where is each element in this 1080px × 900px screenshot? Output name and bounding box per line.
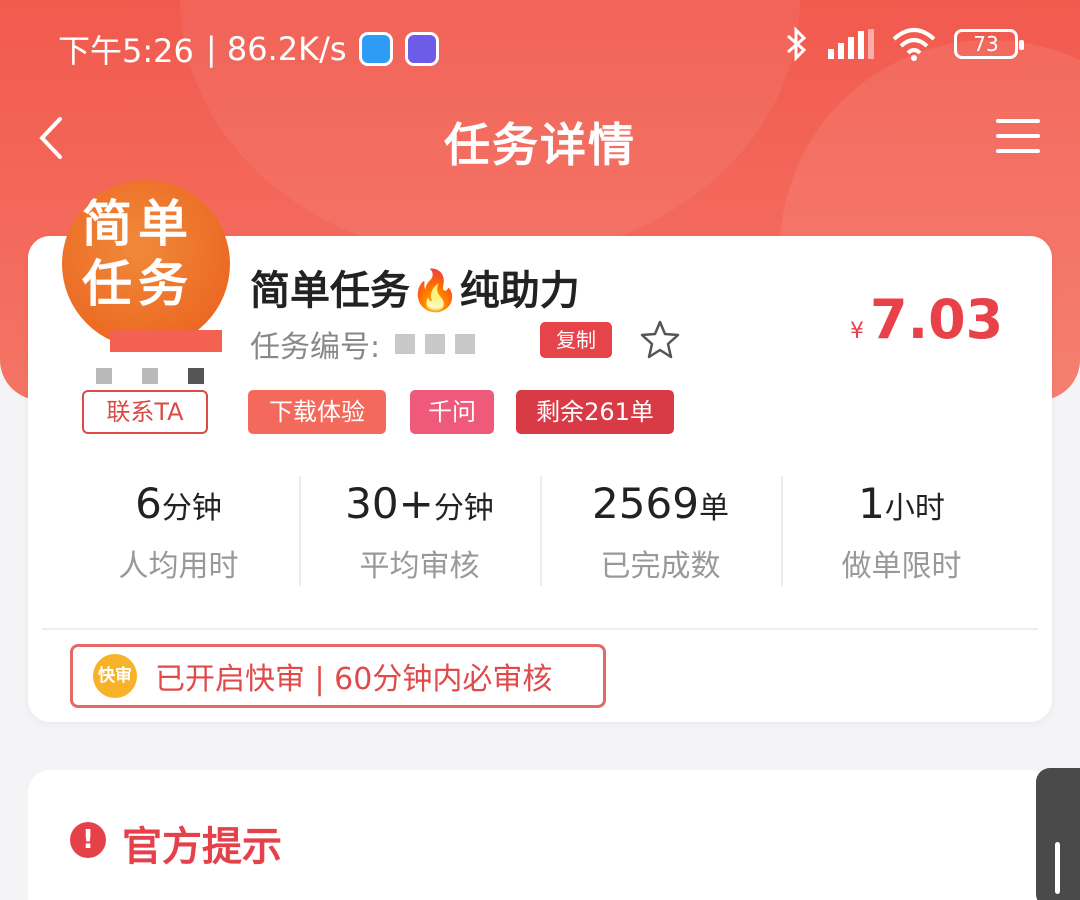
stat-avg-time: 6分钟 人均用时 [58,476,299,588]
fast-review-icon: 快审 [93,654,137,698]
stat-unit: 分钟 [161,491,222,526]
task-stats: 6分钟 人均用时 30+分钟 平均审核 2569单 已完成数 1小时 做单限时 [58,476,1022,588]
status-time: 下午5:26 [58,32,194,70]
price-currency: ¥ [850,319,864,344]
stat-label: 平均审核 [359,549,480,584]
battery-icon: 73 [954,29,1024,59]
card-divider [42,628,1038,630]
task-logo: 简单任务 [62,180,230,348]
copy-button[interactable]: 复制 [540,322,612,358]
publisher-name-mosaic [96,368,204,384]
stat-label: 做单限时 [841,549,962,584]
app-notification-icon [358,32,393,66]
stat-time-limit: 1小时 做单限时 [781,476,1022,588]
nav-bar: 任务详情 [0,95,1080,185]
app-notification-icon-2 [404,32,439,66]
fast-review-banner: 快审 已开启快审 | 60分钟内必审核 [70,644,606,708]
tag-app: 千问 [410,390,494,434]
task-number-mosaic [395,334,475,354]
contact-button[interactable]: 联系TA [82,390,208,434]
stat-unit: 单 [698,491,729,526]
favorite-star-icon[interactable] [638,318,682,362]
stat-unit: 分钟 [433,491,494,526]
stat-label: 已完成数 [600,549,721,584]
page-title: 任务详情 [444,118,636,172]
stat-value: 1 [858,479,885,528]
logo-mask [110,330,222,352]
status-right: 73 [784,26,1024,62]
task-title: 简单任务🔥纯助力 [250,268,580,314]
warning-icon: ! [70,822,106,858]
signal-icon [828,29,874,59]
stat-label: 人均用时 [118,549,239,584]
stat-avg-review: 30+分钟 平均审核 [299,476,540,588]
bluetooth-icon [787,26,807,62]
menu-icon[interactable] [996,119,1040,159]
stat-value: 30+ [345,479,434,528]
wifi-icon [892,28,936,61]
tag-remaining: 剩余261单 [516,390,674,434]
stat-value: 6 [135,479,162,528]
task-number-label: 任务编号: [250,330,381,365]
price-value: 7.03 [870,288,1004,351]
tag-download: 下载体验 [248,390,386,434]
stat-completed: 2569单 已完成数 [540,476,781,588]
task-price: ¥ 7.03 [850,288,1003,351]
scroll-handle[interactable] [1036,768,1080,900]
status-net-speed: | 86.2K/s [205,30,347,68]
fast-review-text: 已开启快审 | 60分钟内必审核 [155,662,553,697]
notice-title: 官方提示 [122,824,282,870]
status-left: 下午5:26 | 86.2K/s [58,26,439,72]
stat-value: 2569 [592,479,699,528]
stat-unit: 小时 [884,491,945,526]
status-bar: 下午5:26 | 86.2K/s 73 [0,0,1080,95]
